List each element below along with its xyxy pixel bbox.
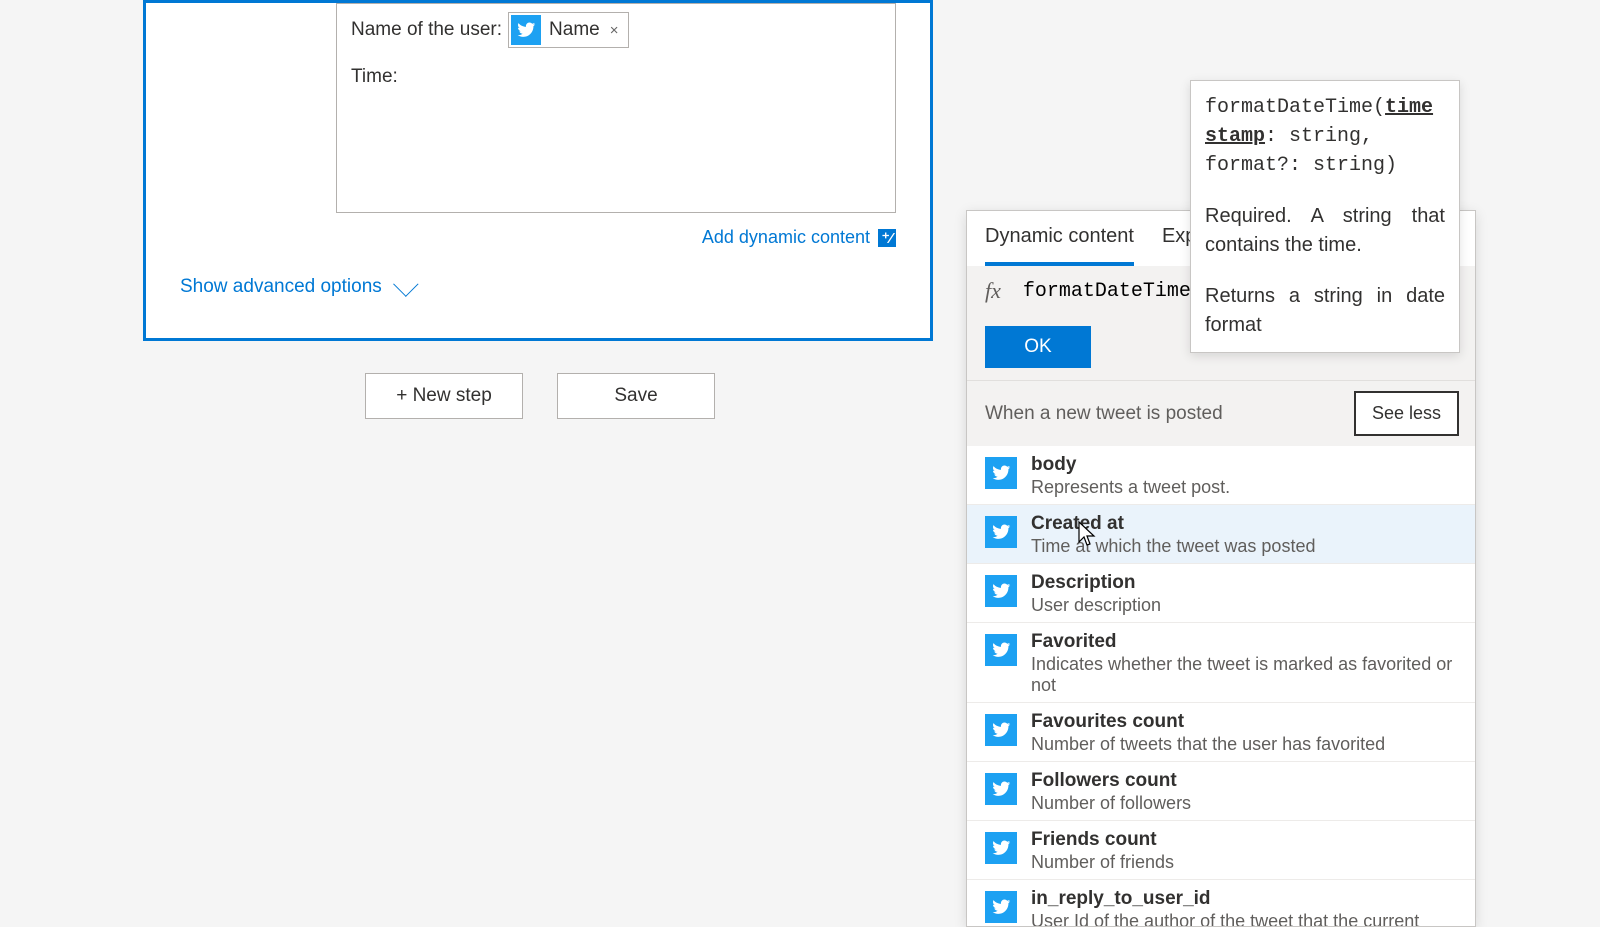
lightning-plus-icon: ⁺⁄ [878, 229, 896, 247]
dc-item-desc: Indicates whether the tweet is marked as… [1031, 654, 1457, 696]
twitter-icon [985, 773, 1017, 805]
message-body-input[interactable]: Name of the user: Name × Time: [336, 3, 896, 213]
field-label-time: Time: [351, 66, 398, 88]
dc-item-desc: Number of tweets that the user has favor… [1031, 734, 1385, 755]
new-step-button[interactable]: + New step [365, 373, 523, 419]
tab-dynamic-content[interactable]: Dynamic content [985, 225, 1134, 266]
dc-item-desc: User description [1031, 595, 1161, 616]
dc-item-description[interactable]: DescriptionUser description [967, 564, 1475, 623]
dc-item-desc: Time at which the tweet was posted [1031, 536, 1315, 557]
dc-item-desc: Number of friends [1031, 852, 1174, 873]
tooltip-fn: formatDateTime( [1205, 96, 1385, 119]
field-label-name: Name of the user: [351, 19, 502, 41]
dc-item-in-reply-to-user-id[interactable]: in_reply_to_user_idUser Id of the author… [967, 880, 1475, 926]
show-advanced-options[interactable]: Show advanced options [180, 276, 412, 298]
twitter-icon [511, 15, 541, 45]
twitter-icon [985, 516, 1017, 548]
dc-item-title: Created at [1031, 513, 1315, 535]
dc-item-title: Followers count [1031, 770, 1191, 792]
dc-item-title: in_reply_to_user_id [1031, 888, 1457, 910]
twitter-icon [985, 575, 1017, 607]
dc-item-body[interactable]: bodyRepresents a tweet post. [967, 446, 1475, 505]
dc-item-desc: Represents a tweet post. [1031, 477, 1230, 498]
add-dynamic-content-label: Add dynamic content [702, 227, 870, 248]
twitter-icon [985, 832, 1017, 864]
twitter-icon [985, 634, 1017, 666]
dynamic-content-list[interactable]: bodyRepresents a tweet post. Created atT… [967, 446, 1475, 926]
twitter-icon [985, 891, 1017, 923]
dc-item-title: Friends count [1031, 829, 1174, 851]
dc-item-title: Favourites count [1031, 711, 1385, 733]
dc-item-favourites-count[interactable]: Favourites countNumber of tweets that th… [967, 703, 1475, 762]
body-line-2: Time: [351, 66, 885, 88]
dc-item-desc: User Id of the author of the tweet that … [1031, 911, 1457, 926]
see-less-button[interactable]: See less [1354, 391, 1459, 436]
function-signature-tooltip: formatDateTime(timestamp: string, format… [1190, 80, 1460, 353]
tooltip-signature: formatDateTime(timestamp: string, format… [1205, 93, 1445, 180]
dc-item-title: body [1031, 454, 1230, 476]
trigger-title: When a new tweet is posted [985, 403, 1223, 425]
token-label: Name [549, 19, 600, 41]
dc-item-followers-count[interactable]: Followers countNumber of followers [967, 762, 1475, 821]
dc-item-desc: Number of followers [1031, 793, 1191, 814]
ok-button[interactable]: OK [985, 326, 1091, 368]
dc-item-created-at[interactable]: Created atTime at which the tweet was po… [967, 505, 1475, 564]
dc-item-favorited[interactable]: FavoritedIndicates whether the tweet is … [967, 623, 1475, 703]
save-button[interactable]: Save [557, 373, 715, 419]
dc-item-title: Favorited [1031, 631, 1457, 653]
fx-icon: fx [985, 278, 1001, 304]
flow-buttons: + New step Save [365, 373, 715, 419]
tooltip-returns: Returns a string in date format [1205, 282, 1445, 340]
add-dynamic-content-link[interactable]: Add dynamic content ⁺⁄ [146, 227, 896, 248]
tooltip-required: Required. A string that contains the tim… [1205, 202, 1445, 260]
twitter-icon [985, 457, 1017, 489]
token-name[interactable]: Name × [508, 12, 629, 48]
twitter-icon [985, 714, 1017, 746]
trigger-section-header: When a new tweet is posted See less [967, 380, 1475, 446]
dc-item-title: Description [1031, 572, 1161, 594]
token-remove-icon[interactable]: × [608, 22, 621, 39]
flow-action-card: Name of the user: Name × Time: Add dynam… [143, 0, 933, 341]
chevron-down-icon [393, 271, 418, 296]
dc-item-friends-count[interactable]: Friends countNumber of friends [967, 821, 1475, 880]
body-line-1: Name of the user: Name × [351, 12, 885, 48]
show-advanced-label: Show advanced options [180, 276, 382, 298]
